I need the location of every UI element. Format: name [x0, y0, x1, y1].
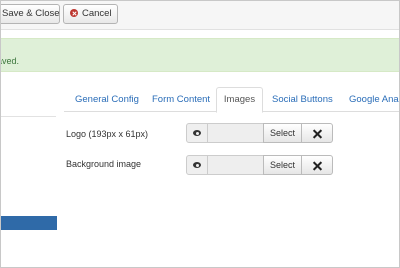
tab-images[interactable]: Images — [216, 87, 263, 113]
save-close-button[interactable]: Save & Close — [0, 4, 60, 24]
settings-tabs: General Config Form Content Images Socia… — [64, 87, 400, 113]
background-select-button[interactable]: Select — [263, 155, 302, 175]
sidebar-divider — [0, 116, 56, 117]
logo-select-button[interactable]: Select — [263, 123, 302, 143]
cancel-button[interactable]: Cancel — [63, 4, 118, 24]
tab-social-buttons[interactable]: Social Buttons — [272, 87, 333, 112]
logo-media-field: Select — [186, 123, 347, 143]
background-image-label: Background image — [66, 159, 142, 169]
logo-label: Logo (193px x 61px) — [66, 129, 149, 139]
tab-google-analytics[interactable]: Google Analy — [349, 87, 400, 112]
cancel-label: Cancel — [82, 8, 112, 19]
logo-preview-button[interactable] — [186, 123, 208, 143]
save-close-label: Save & Close — [2, 8, 60, 19]
tab-general-config[interactable]: General Config — [75, 87, 139, 112]
background-path-input[interactable] — [207, 155, 264, 175]
toolbar: Save & Close Cancel — [0, 0, 400, 30]
close-icon — [313, 129, 322, 138]
close-icon — [313, 161, 322, 170]
logo-path-input[interactable] — [207, 123, 264, 143]
tab-form-content[interactable]: Form Content — [152, 87, 210, 112]
eye-icon — [193, 130, 201, 136]
sidebar-active-item[interactable] — [0, 216, 57, 230]
logo-clear-button[interactable] — [301, 123, 333, 143]
background-preview-button[interactable] — [186, 155, 208, 175]
cancel-icon — [70, 9, 78, 17]
background-clear-button[interactable] — [301, 155, 333, 175]
background-media-field: Select — [186, 155, 347, 175]
success-alert: aved. — [0, 38, 400, 72]
alert-message: aved. — [0, 56, 20, 66]
eye-icon — [193, 162, 201, 168]
